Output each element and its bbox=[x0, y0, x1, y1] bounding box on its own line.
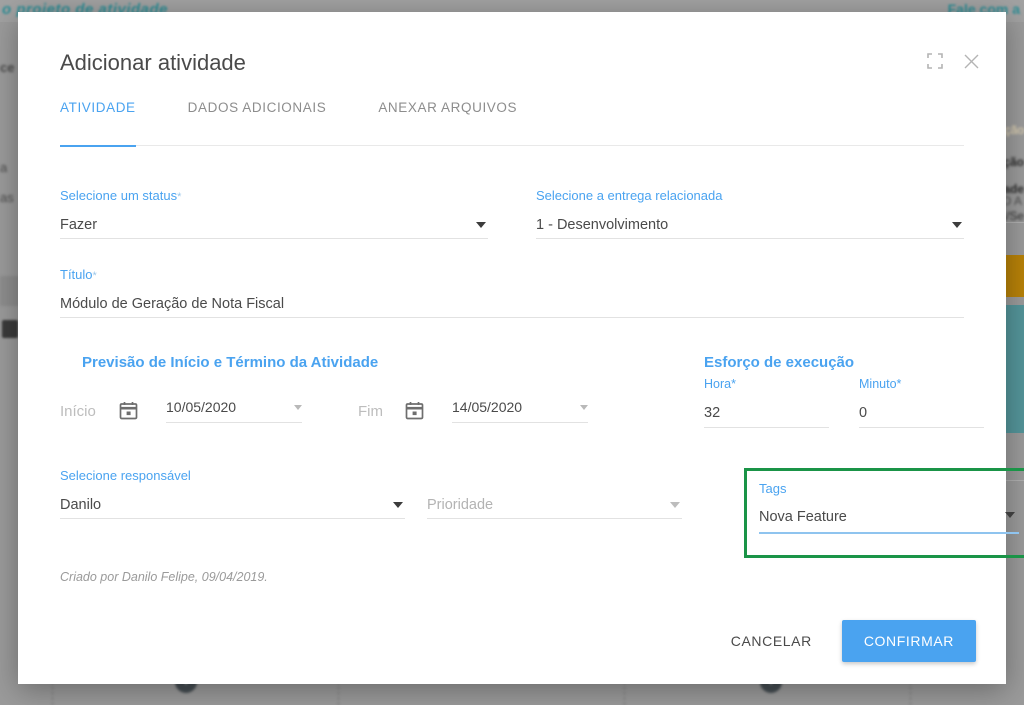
tags-highlight-box: Tags Nova Feature bbox=[744, 468, 1024, 558]
status-label: Selecione um status* bbox=[60, 188, 488, 203]
created-by-text: Criado por Danilo Felipe, 09/04/2019. bbox=[60, 570, 268, 584]
chevron-down-icon bbox=[1005, 512, 1015, 518]
minute-required-mark: * bbox=[896, 377, 902, 391]
start-date-value: 10/05/2020 bbox=[166, 399, 237, 415]
field-status: Selecione um status* Fazer bbox=[60, 188, 488, 239]
field-priority: Prioridade bbox=[427, 468, 682, 519]
title-label: Título* bbox=[60, 267, 964, 282]
chevron-down-icon bbox=[952, 221, 962, 228]
responsible-label: Selecione responsável bbox=[60, 468, 191, 483]
form-row-responsible-tags: Selecione responsável Danilo Prioridade … bbox=[60, 468, 1024, 564]
status-label-text: Selecione um status bbox=[60, 188, 178, 203]
title-required-mark: * bbox=[92, 270, 97, 282]
status-required-mark: * bbox=[177, 191, 182, 203]
form-row-dates-effort: Previsão de Início e Término da Atividad… bbox=[18, 354, 1006, 480]
priority-placeholder: Prioridade bbox=[427, 496, 494, 513]
calendar-icon[interactable] bbox=[118, 400, 140, 422]
minute-input[interactable]: 0 bbox=[859, 405, 984, 428]
field-title: Título* Módulo de Geração de Nota Fiscal bbox=[60, 267, 964, 318]
background-right-label-2: ção bbox=[1003, 155, 1024, 169]
delivery-label: Selecione a entrega relacionada bbox=[536, 188, 723, 203]
close-icon[interactable] bbox=[958, 48, 984, 74]
background-left-label-1: a bbox=[0, 160, 8, 175]
status-select[interactable]: Fazer bbox=[60, 211, 488, 239]
start-date-group: Início 10/05/2020 bbox=[60, 399, 302, 423]
background-left-label-2: as bbox=[0, 190, 14, 205]
end-date-caption: Fim bbox=[358, 402, 383, 420]
title-value: Módulo de Geração de Nota Fiscal bbox=[60, 295, 285, 312]
minute-label-text: Minuto bbox=[859, 377, 897, 391]
field-minute: Minuto* 0 bbox=[859, 377, 984, 428]
chevron-down-icon bbox=[670, 501, 680, 508]
page-title: Adicionar atividade bbox=[60, 50, 246, 75]
delivery-select[interactable]: 1 - Desenvolvimento bbox=[536, 211, 964, 239]
dates-block: Previsão de Início e Término da Atividad… bbox=[60, 354, 660, 423]
tags-value: Nova Feature bbox=[759, 509, 847, 525]
title-label-text: Título bbox=[60, 267, 93, 282]
tab-dados-adicionais[interactable]: DADOS ADICIONAIS bbox=[188, 94, 327, 146]
modal-header-actions bbox=[922, 48, 984, 74]
hour-label: Hora* bbox=[704, 377, 829, 391]
effort-fields: Hora* 32 Minuto* 0 bbox=[704, 377, 984, 428]
add-activity-modal: Adicionar atividade ATIVIDADE DADOS ADIC… bbox=[18, 12, 1024, 684]
responsible-value: Danilo bbox=[60, 496, 102, 513]
field-hour: Hora* 32 bbox=[704, 377, 829, 428]
cancel-button[interactable]: CANCELAR bbox=[725, 623, 818, 659]
tab-anexar-arquivos[interactable]: ANEXAR ARQUIVOS bbox=[378, 94, 517, 146]
chevron-down-icon bbox=[393, 501, 403, 508]
priority-select[interactable]: Prioridade bbox=[427, 491, 682, 519]
calendar-icon[interactable] bbox=[404, 400, 426, 422]
chevron-down-icon bbox=[580, 405, 588, 410]
hour-input[interactable]: 32 bbox=[704, 405, 829, 428]
modal-header: Adicionar atividade bbox=[18, 12, 1006, 94]
title-input[interactable]: Módulo de Geração de Nota Fiscal bbox=[60, 290, 964, 318]
modal-footer: CANCELAR CONFIRMAR bbox=[18, 598, 1006, 684]
field-responsible: Selecione responsável Danilo bbox=[60, 468, 405, 519]
dates-section-title: Previsão de Início e Término da Atividad… bbox=[82, 354, 379, 371]
chevron-down-icon bbox=[476, 221, 486, 228]
background-right-label-3: ade bbox=[1003, 182, 1024, 196]
chevron-down-icon bbox=[294, 405, 302, 410]
hour-label-text: Hora bbox=[704, 377, 732, 391]
activity-form: Selecione um status* Fazer Selecione a e… bbox=[18, 188, 1024, 584]
effort-block: Esforço de execução Hora* 32 Minuto* 0 bbox=[704, 354, 984, 428]
confirm-button[interactable]: CONFIRMAR bbox=[841, 620, 976, 662]
fullscreen-icon[interactable] bbox=[922, 48, 948, 74]
tags-select[interactable]: Nova Feature bbox=[759, 508, 1019, 534]
tags-label: Tags bbox=[759, 481, 787, 496]
dates-row: Início 10/05/2020 Fim 14/05/2020 bbox=[60, 399, 660, 423]
start-date-caption: Início bbox=[60, 402, 96, 420]
delivery-value: 1 - Desenvolvimento bbox=[536, 216, 669, 233]
status-value: Fazer bbox=[60, 216, 98, 233]
end-date-input[interactable]: 14/05/2020 bbox=[452, 399, 588, 423]
hour-required-mark: * bbox=[731, 377, 736, 391]
modal-tabs: ATIVIDADE DADOS ADICIONAIS ANEXAR ARQUIV… bbox=[60, 94, 964, 147]
form-row-status-delivery: Selecione um status* Fazer Selecione a e… bbox=[60, 188, 964, 239]
responsible-select[interactable]: Danilo bbox=[60, 491, 405, 519]
background-left-label-0: ce bbox=[0, 60, 15, 75]
effort-section-title: Esforço de execução bbox=[704, 354, 855, 371]
minute-label: Minuto* bbox=[859, 377, 984, 391]
trash-icon bbox=[2, 320, 18, 338]
end-date-value: 14/05/2020 bbox=[452, 399, 523, 415]
tab-atividade[interactable]: ATIVIDADE bbox=[60, 94, 136, 147]
field-delivery: Selecione a entrega relacionada 1 - Dese… bbox=[536, 188, 964, 239]
end-date-group: Fim 14/05/2020 bbox=[358, 399, 588, 423]
start-date-input[interactable]: 10/05/2020 bbox=[166, 399, 302, 423]
